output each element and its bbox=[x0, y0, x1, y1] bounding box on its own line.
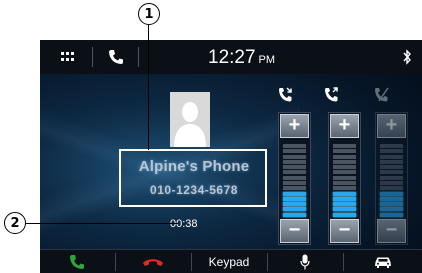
volume-segment bbox=[283, 202, 306, 207]
volume-segment bbox=[283, 207, 306, 212]
volume-segment bbox=[380, 196, 403, 201]
clock: 12:27 PM bbox=[208, 47, 275, 69]
keypad-button[interactable]: Keypad bbox=[192, 250, 266, 273]
volume-segment bbox=[380, 154, 403, 159]
volume-segment bbox=[283, 154, 306, 159]
callout-1-leader-line bbox=[148, 25, 149, 150]
volume-segment bbox=[380, 207, 403, 212]
volume-segment bbox=[283, 159, 306, 164]
incoming-volume-down-button[interactable]: − bbox=[280, 219, 309, 243]
volume-segment bbox=[380, 186, 403, 191]
volume-segment bbox=[333, 144, 356, 148]
mute-phone-volume-icon bbox=[375, 87, 389, 102]
volume-segment bbox=[333, 212, 356, 217]
volume-segment bbox=[283, 191, 306, 196]
volume-segment bbox=[380, 212, 403, 217]
volume-segment bbox=[333, 202, 356, 207]
incoming-volume-up-button[interactable]: + bbox=[280, 114, 309, 138]
outgoing-volume-down-button[interactable]: − bbox=[330, 219, 359, 243]
volume-segment bbox=[380, 202, 403, 207]
ringtone-volume-level bbox=[380, 143, 403, 217]
phone-call-screen: 12:27 PM Alpine's Phone 010-1234-5678 00:… bbox=[40, 40, 422, 273]
grid-menu-icon bbox=[61, 52, 74, 61]
volume-segment bbox=[380, 144, 403, 148]
status-bar: 12:27 PM bbox=[40, 40, 422, 74]
ringtone-volume-control: + − bbox=[375, 112, 408, 245]
callout-2: 2 bbox=[4, 212, 26, 234]
clock-time: 12:27 bbox=[208, 47, 256, 68]
volume-segment bbox=[333, 165, 356, 170]
clock-ampm: PM bbox=[258, 54, 276, 66]
volume-segment bbox=[333, 170, 356, 175]
car-button[interactable] bbox=[344, 250, 422, 273]
volume-segment bbox=[333, 191, 356, 196]
volume-segment bbox=[283, 196, 306, 201]
volume-segment bbox=[333, 159, 356, 164]
contact-name: Alpine's Phone bbox=[138, 158, 250, 175]
call-duration: 00:38 bbox=[170, 218, 198, 230]
menu-button[interactable] bbox=[50, 40, 86, 74]
status-divider bbox=[138, 47, 139, 67]
volume-segment bbox=[283, 212, 306, 217]
answer-call-button[interactable] bbox=[40, 250, 114, 273]
outgoing-call-volume-icon bbox=[325, 87, 338, 102]
callout-2-leader-line bbox=[26, 223, 178, 224]
outgoing-volume-up-button[interactable]: + bbox=[330, 114, 359, 138]
incoming-volume-control: + − bbox=[278, 112, 311, 245]
microphone-button[interactable] bbox=[268, 250, 342, 273]
contact-info-box: Alpine's Phone 010-1234-5678 bbox=[119, 149, 267, 207]
volume-segment bbox=[333, 196, 356, 201]
volume-segment bbox=[333, 186, 356, 191]
volume-segment bbox=[333, 207, 356, 212]
volume-segment bbox=[283, 165, 306, 170]
volume-segment bbox=[380, 165, 403, 170]
contact-number: 010-1234-5678 bbox=[150, 183, 238, 197]
ringtone-volume-up-button[interactable]: + bbox=[377, 114, 406, 138]
phone-handset-icon bbox=[109, 50, 123, 64]
incoming-call-volume-icon bbox=[279, 87, 292, 102]
volume-segment bbox=[380, 191, 403, 196]
contact-avatar-icon bbox=[170, 92, 210, 147]
phone-menu-button[interactable] bbox=[98, 40, 134, 74]
incoming-volume-level bbox=[283, 143, 306, 217]
hang-up-button[interactable] bbox=[116, 250, 190, 273]
volume-segment bbox=[333, 154, 356, 159]
status-divider bbox=[92, 47, 93, 67]
volume-segment bbox=[333, 175, 356, 180]
volume-segment bbox=[283, 144, 306, 148]
volume-segment bbox=[333, 149, 356, 154]
volume-segment bbox=[380, 181, 403, 185]
outgoing-volume-control: + − bbox=[328, 112, 361, 245]
volume-segment bbox=[380, 175, 403, 180]
volume-segment bbox=[283, 181, 306, 185]
volume-segment bbox=[283, 175, 306, 180]
microphone-icon bbox=[300, 254, 310, 270]
volume-segment bbox=[283, 186, 306, 191]
volume-segment bbox=[283, 149, 306, 154]
volume-segment bbox=[283, 170, 306, 175]
outgoing-volume-level bbox=[333, 143, 356, 217]
volume-segment bbox=[380, 170, 403, 175]
bluetooth-icon bbox=[403, 49, 411, 65]
volume-segment bbox=[380, 149, 403, 154]
volume-segment bbox=[333, 181, 356, 185]
call-action-bar: Keypad bbox=[40, 249, 422, 273]
callout-1: 1 bbox=[138, 3, 160, 25]
ringtone-volume-down-button[interactable]: − bbox=[377, 219, 406, 243]
car-icon bbox=[375, 257, 391, 268]
volume-segment bbox=[380, 159, 403, 164]
answer-call-icon bbox=[70, 255, 84, 269]
hang-up-icon bbox=[143, 259, 163, 266]
